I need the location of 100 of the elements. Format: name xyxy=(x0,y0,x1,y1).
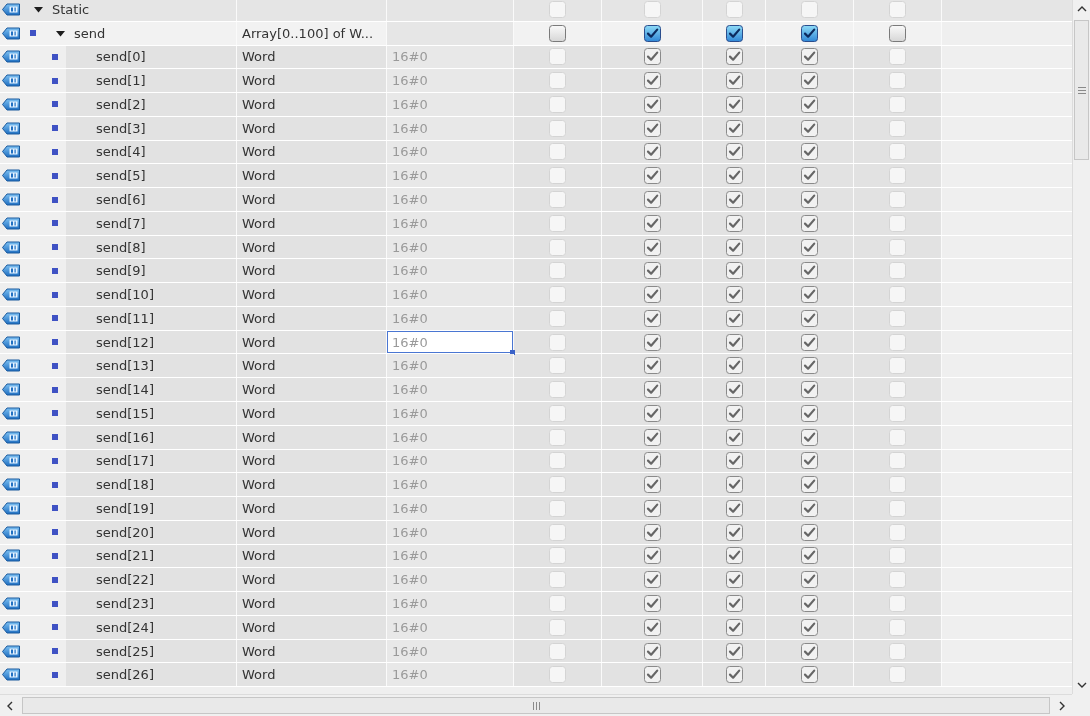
start-value-cell[interactable]: 16#0 xyxy=(387,306,514,330)
data-type-cell: Word xyxy=(237,639,387,663)
scrollbar-thumb[interactable] xyxy=(22,697,1050,714)
data-type-cell: Word xyxy=(237,306,387,330)
variable-name: send[2] xyxy=(96,96,146,112)
tag-icon xyxy=(2,97,20,111)
data-type-cell: Word xyxy=(237,592,387,615)
variable-name: send[3] xyxy=(96,120,146,136)
tag-icon xyxy=(2,50,20,64)
data-type-cell: Word xyxy=(237,663,387,687)
tag-icon xyxy=(2,620,20,634)
start-value-cell[interactable]: 16#0 xyxy=(387,497,514,520)
tag-icon xyxy=(2,597,20,610)
data-type-cell: Word xyxy=(237,283,387,306)
variable-name: send[8] xyxy=(96,239,146,255)
tag-icon xyxy=(2,193,20,206)
grip-icon xyxy=(1077,86,1086,94)
variable-name: send[15] xyxy=(96,405,154,421)
bullet-icon xyxy=(52,339,58,346)
start-value-cell[interactable]: 16#0 xyxy=(387,211,514,235)
data-type-cell: Word xyxy=(237,378,387,401)
tag-icon xyxy=(2,2,20,16)
start-value-cell[interactable]: 16#0 xyxy=(387,568,514,592)
start-value-cell[interactable]: 16#0 xyxy=(387,45,514,69)
bullet-icon xyxy=(52,148,58,155)
start-value-cell[interactable]: 16#0 xyxy=(387,449,514,473)
start-value-cell[interactable]: 16#0 xyxy=(387,259,514,283)
start-value-cell[interactable]: 16#0 xyxy=(387,354,514,378)
tag-icon xyxy=(2,430,20,444)
checkbox[interactable] xyxy=(801,24,818,42)
chevron-left-icon xyxy=(7,700,13,711)
vertical-scrollbar[interactable] xyxy=(1072,0,1090,694)
start-value-cell[interactable]: 16#0 xyxy=(387,69,514,93)
data-type-cell: Word xyxy=(237,140,387,164)
checkbox[interactable] xyxy=(643,24,661,42)
bullet-icon xyxy=(52,553,58,559)
start-value-cell[interactable]: 16#0 xyxy=(387,663,514,687)
tag-icon xyxy=(2,644,20,658)
start-value-cell[interactable]: 16#0 xyxy=(387,378,514,401)
tag-icon xyxy=(2,549,20,563)
chevron-down-icon xyxy=(1076,682,1087,688)
horizontal-scrollbar[interactable] xyxy=(0,694,1072,716)
variable-name: send[1] xyxy=(96,73,146,89)
checkbox[interactable] xyxy=(889,24,906,42)
variable-name: send[21] xyxy=(96,548,154,564)
tag-icon xyxy=(2,573,20,587)
bullet-icon xyxy=(52,481,58,488)
data-type-cell: Word xyxy=(237,568,387,592)
start-value-cell[interactable]: 16#0 xyxy=(387,592,514,615)
start-value-cell[interactable]: 16#0 xyxy=(387,473,514,497)
tag-icon xyxy=(2,26,20,40)
start-value-cell[interactable]: 16#0 xyxy=(387,235,514,259)
data-type-cell: Word xyxy=(237,449,387,473)
start-value-cell[interactable]: 16#0 xyxy=(387,520,514,544)
start-value-cell[interactable]: 16#0 xyxy=(387,402,514,425)
start-value-cell[interactable]: 16#0 xyxy=(387,544,514,568)
expand-arrow-icon[interactable] xyxy=(34,4,43,14)
bullet-icon xyxy=(52,315,58,322)
start-value-cell[interactable]: 16#0 xyxy=(387,425,514,449)
data-type-cell: Word xyxy=(237,402,387,425)
checkbox[interactable] xyxy=(725,24,743,42)
start-value-cell[interactable]: 16#0 xyxy=(387,615,514,639)
scrollbar-thumb[interactable] xyxy=(1074,20,1089,160)
tag-icon xyxy=(2,668,20,682)
start-value-cell[interactable]: 16#0 xyxy=(387,93,514,116)
data-type-cell: Word xyxy=(237,615,387,639)
bullet-icon xyxy=(52,101,58,108)
bullet-icon xyxy=(52,267,58,274)
start-value-cell[interactable]: 16#0 xyxy=(387,116,514,140)
tag-icon xyxy=(2,216,20,230)
tag-icon xyxy=(2,121,20,135)
bullet-icon xyxy=(52,77,58,84)
bullet-icon xyxy=(30,30,36,37)
data-type-cell: Word xyxy=(237,211,387,235)
data-type-cell: Word xyxy=(237,93,387,116)
data-type-cell: Word xyxy=(237,69,387,93)
tag-icon xyxy=(2,145,20,159)
grip-icon xyxy=(532,701,540,710)
tag-icon xyxy=(2,406,20,420)
bullet-icon xyxy=(52,172,58,179)
variable-name: send xyxy=(74,25,106,41)
data-type-cell: Word xyxy=(237,116,387,140)
bullet-icon xyxy=(52,125,58,132)
start-value-cell[interactable]: 16#0 xyxy=(387,188,514,211)
tag-icon xyxy=(2,501,20,515)
variable-name: send[4] xyxy=(96,144,146,160)
variable-name: send[23] xyxy=(96,596,154,611)
start-value-cell[interactable]: 16#0 xyxy=(387,140,514,164)
start-value-cell[interactable]: 16#0 xyxy=(387,330,514,354)
variable-name: send[7] xyxy=(96,215,146,231)
variable-name: send[18] xyxy=(96,477,154,493)
variable-name: send[5] xyxy=(96,168,146,184)
data-type-cell: Word xyxy=(237,354,387,378)
expand-arrow-icon[interactable] xyxy=(56,28,65,38)
variable-name: send[17] xyxy=(96,453,154,469)
checkbox[interactable] xyxy=(549,24,566,42)
bullet-icon xyxy=(52,505,58,512)
start-value-cell[interactable]: 16#0 xyxy=(387,164,514,188)
start-value-cell[interactable]: 16#0 xyxy=(387,639,514,663)
start-value-cell[interactable]: 16#0 xyxy=(387,283,514,306)
